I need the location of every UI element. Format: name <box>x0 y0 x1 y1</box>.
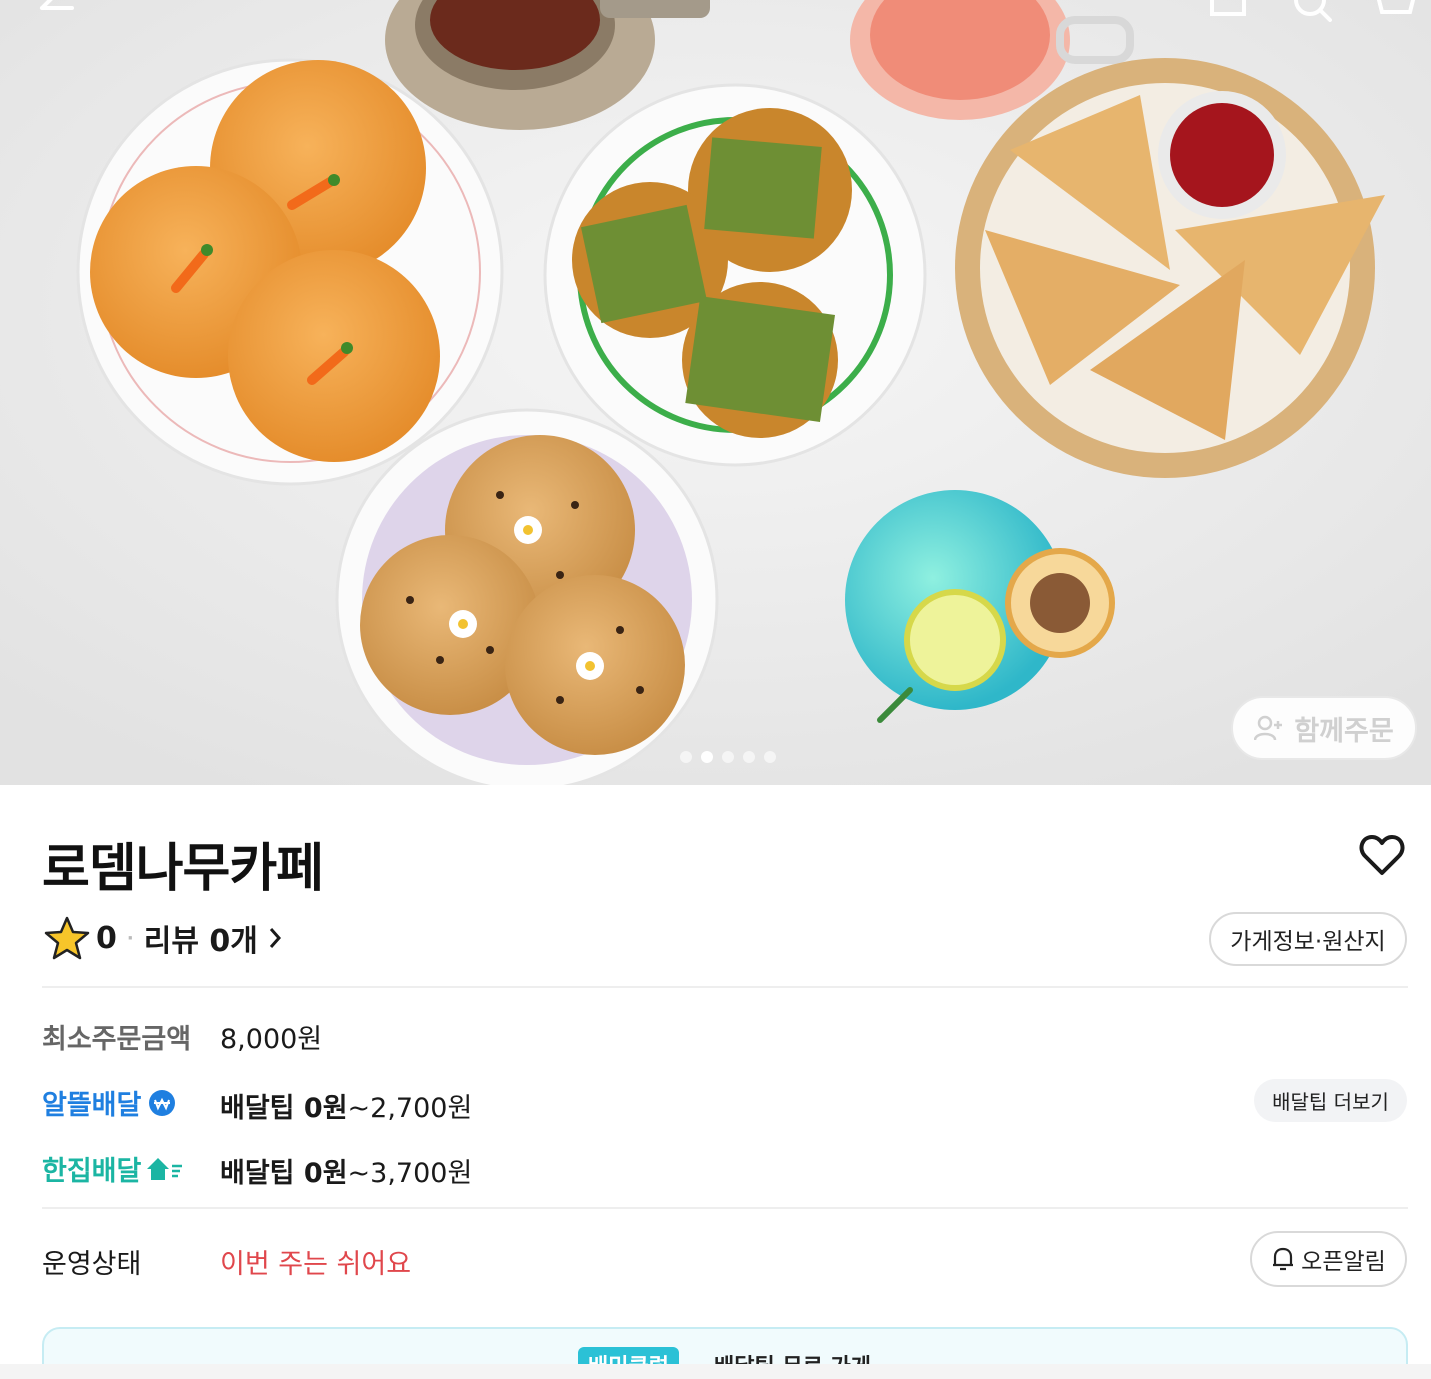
hero-image[interactable]: 함께주문 <box>0 0 1431 785</box>
chevron-right-icon <box>269 928 281 948</box>
food-photo <box>0 0 1431 785</box>
group-order-label: 함께주문 <box>1294 715 1394 747</box>
page-dot <box>680 751 692 763</box>
saving-delivery-tip-bold: 배달팁 0원 <box>220 1093 348 1124</box>
back-arrow-icon[interactable] <box>34 0 74 22</box>
bell-icon <box>1273 1247 1294 1271</box>
single-delivery-tip: 배달팁 0원~3,700원 <box>220 1151 472 1190</box>
bottom-edge <box>0 1364 1431 1379</box>
saving-badge-icon <box>149 1089 176 1116</box>
min-order-label: 최소주문금액 <box>42 1024 192 1055</box>
operation-status-label: 운영상태 <box>42 1249 142 1280</box>
single-delivery-tip-rest: ~3,700원 <box>347 1158 473 1189</box>
page-indicator <box>680 751 776 763</box>
saving-delivery-label: 알뜰배달 <box>42 1090 142 1121</box>
open-alarm-button[interactable]: 오픈알림 <box>1250 1231 1407 1287</box>
cart-icon[interactable] <box>1374 0 1420 22</box>
page-dot <box>722 751 734 763</box>
group-order-button[interactable]: 함께주문 <box>1231 696 1417 760</box>
add-person-icon <box>1254 715 1283 741</box>
single-delivery-label: 한집배달 <box>42 1156 142 1187</box>
review-count-link[interactable]: 리뷰 0개 <box>144 916 258 960</box>
store-name: 로뎀나무카페 <box>42 839 324 899</box>
separator-dot: · <box>126 927 134 949</box>
share-icon[interactable] <box>1208 0 1248 22</box>
page-dot-active <box>701 751 713 763</box>
min-order-value: 8,000원 <box>220 1024 323 1055</box>
house-speed-icon <box>147 1157 183 1180</box>
page-dot <box>764 751 776 763</box>
search-icon[interactable] <box>1290 0 1336 22</box>
divider <box>42 986 1408 988</box>
saving-delivery-tip-rest: ~2,700원 <box>347 1093 473 1124</box>
open-alarm-label: 오픈알림 <box>1301 1249 1386 1275</box>
operation-status-value: 이번 주는 쉬어요 <box>220 1249 412 1280</box>
page-dot <box>743 751 755 763</box>
single-delivery-label-group: 한집배달 <box>42 1149 185 1188</box>
rating-review-row[interactable]: 0 · 리뷰 0개 <box>44 914 282 962</box>
store-info-origin-button[interactable]: 가게정보·원산지 <box>1209 912 1407 966</box>
rating-value: 0 <box>96 920 117 956</box>
saving-delivery-label-group: 알뜰배달 <box>42 1083 177 1122</box>
star-icon <box>44 916 90 960</box>
divider <box>42 1207 1408 1209</box>
favorite-heart-icon[interactable] <box>1359 834 1405 876</box>
delivery-tip-more-button[interactable]: 배달팁 더보기 <box>1254 1079 1407 1122</box>
single-delivery-tip-bold: 배달팁 0원 <box>220 1158 348 1189</box>
saving-delivery-tip: 배달팁 0원~2,700원 <box>220 1086 472 1125</box>
